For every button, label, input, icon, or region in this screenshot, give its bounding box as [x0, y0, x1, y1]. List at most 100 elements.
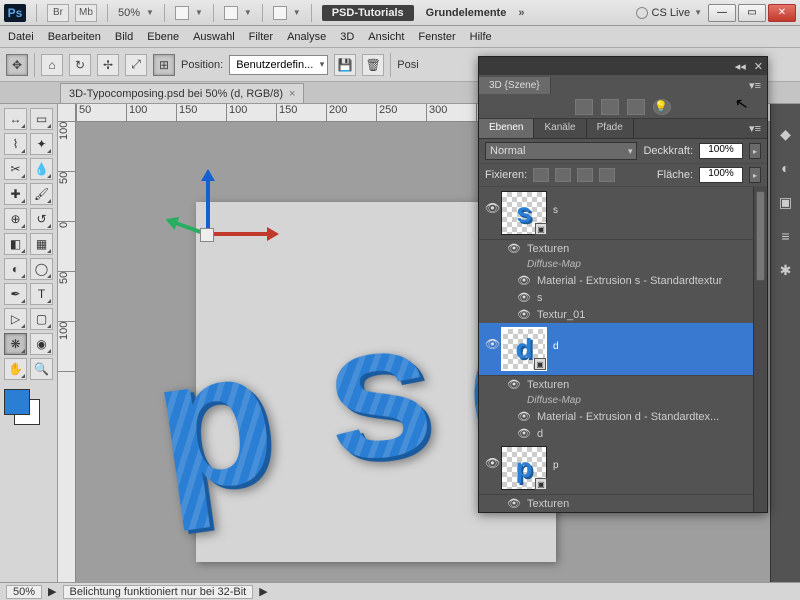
stamp-tool[interactable]: ⊕	[4, 208, 27, 230]
ruler-origin[interactable]	[58, 104, 76, 122]
menu-bearbeiten[interactable]: Bearbeiten	[48, 31, 101, 43]
menu-ansicht[interactable]: Ansicht	[368, 31, 404, 43]
foreground-swatch[interactable]	[4, 389, 30, 415]
layer-name[interactable]: s	[553, 191, 761, 216]
heal-tool[interactable]: ✚	[4, 183, 27, 205]
styles-panel-icon[interactable]: ▣	[776, 192, 796, 212]
layers-panel-icon[interactable]: ≡	[776, 226, 796, 246]
menu-bild[interactable]: Bild	[115, 31, 133, 43]
tab-3d-scene[interactable]: 3D {Szene}	[479, 77, 551, 94]
zoom-dropdown-icon[interactable]: ▼	[146, 8, 154, 17]
texture-item[interactable]: 👁Material - Extrusion s - Standardtextur	[479, 272, 767, 289]
collapse-icon[interactable]: ◂◂	[735, 60, 746, 73]
crop-tool[interactable]: ✂	[4, 158, 27, 180]
type-tool[interactable]: T	[30, 283, 53, 305]
gizmo-z-axis[interactable]	[206, 172, 210, 232]
layer-name[interactable]: d	[553, 327, 761, 352]
subtab-ebenen[interactable]: Ebenen	[479, 119, 534, 138]
document-tab-close-icon[interactable]: ×	[289, 88, 295, 100]
workspace-secondary[interactable]: Grundelemente	[420, 7, 513, 19]
texture-item[interactable]: 👁s	[479, 289, 767, 306]
wand-tool[interactable]: ✦	[30, 133, 53, 155]
document-tab[interactable]: 3D-Typocomposing.psd bei 50% (d, RGB/8) …	[60, 83, 304, 103]
position-combo[interactable]: Benutzerdefin...	[229, 55, 328, 75]
cslive-button[interactable]: CS Live▼	[636, 7, 702, 19]
move-tool[interactable]: ↔	[4, 108, 27, 130]
eyedropper-tool[interactable]: 💧	[30, 158, 53, 180]
panel-menu-icon[interactable]: ▾≡	[743, 79, 767, 92]
gizmo-origin-cube[interactable]	[200, 228, 214, 242]
scale-icon[interactable]: ⤢	[125, 54, 147, 76]
visibility-icon[interactable]: 👁	[485, 446, 501, 470]
blend-mode-combo[interactable]: Normal	[485, 142, 637, 160]
opacity-field[interactable]: 100%	[699, 143, 743, 159]
fill-flyout-icon[interactable]: ▸	[749, 167, 761, 183]
mesh-filter-icon[interactable]	[601, 99, 619, 115]
zoom-level[interactable]: 50%	[118, 7, 140, 19]
screenmode-button[interactable]	[273, 6, 287, 20]
shape-tool[interactable]: ▢	[30, 308, 53, 330]
arrange-documents-button[interactable]	[224, 6, 238, 20]
menu-analyse[interactable]: Analyse	[287, 31, 326, 43]
menu-auswahl[interactable]: Auswahl	[193, 31, 235, 43]
tool-preset-icon[interactable]: ✥	[6, 54, 28, 76]
status-zoom[interactable]: 50%	[6, 585, 42, 599]
brush-tool[interactable]: 🖌	[30, 183, 53, 205]
dodge-tool[interactable]: ◯	[30, 258, 53, 280]
gradient-tool[interactable]: ▦	[30, 233, 53, 255]
path-tool[interactable]: ▷	[4, 308, 27, 330]
layer-row-selected[interactable]: 👁 d▣ d	[479, 323, 767, 376]
fill-field[interactable]: 100%	[699, 167, 743, 183]
eraser-tool[interactable]: ◧	[4, 233, 27, 255]
maximize-button[interactable]: ▭	[738, 4, 766, 22]
view-extras-button[interactable]	[175, 6, 189, 20]
subtab-pfade[interactable]: Pfade	[587, 119, 634, 138]
texture-item[interactable]: 👁Material - Extrusion d - Standardtex...	[479, 408, 767, 425]
lock-position-icon[interactable]	[577, 168, 593, 182]
textures-group[interactable]: 👁Texturen	[479, 376, 767, 393]
subtab-kanaele[interactable]: Kanäle	[534, 119, 586, 138]
opacity-flyout-icon[interactable]: ▸	[749, 143, 761, 159]
home-icon[interactable]: ⌂	[41, 54, 63, 76]
minimize-button[interactable]: —	[708, 4, 736, 22]
menu-filter[interactable]: Filter	[249, 31, 273, 43]
lock-transparency-icon[interactable]	[533, 168, 549, 182]
layer-row[interactable]: 👁 s▣ s	[479, 187, 767, 240]
3d-gizmo[interactable]	[156, 172, 276, 292]
visibility-icon[interactable]: 👁	[485, 191, 501, 215]
scene-filter-icon[interactable]	[575, 99, 593, 115]
texture-item[interactable]: 👁d	[479, 425, 767, 442]
history-brush-tool[interactable]: ↺	[30, 208, 53, 230]
ruler-vertical[interactable]: 10050050100	[58, 122, 76, 582]
delete-icon[interactable]: 🗑	[362, 54, 384, 76]
light-filter-icon[interactable]: 💡	[653, 99, 671, 115]
menu-fenster[interactable]: Fenster	[418, 31, 455, 43]
lock-all-icon[interactable]	[599, 168, 615, 182]
gizmo-x-axis[interactable]	[206, 232, 276, 236]
material-filter-icon[interactable]	[627, 99, 645, 115]
3d-object-tool[interactable]: ❋	[4, 333, 27, 355]
move3d-icon[interactable]: ⊞	[153, 54, 175, 76]
workspace-pill[interactable]: PSD-Tutorials	[322, 5, 414, 21]
subtab-menu-icon[interactable]: ▾≡	[743, 119, 767, 138]
workspace-more-icon[interactable]: »	[518, 7, 524, 19]
rotate-icon[interactable]: ↻	[69, 54, 91, 76]
layer-thumbnail[interactable]: p▣	[501, 446, 547, 490]
pen-tool[interactable]: ✒	[4, 283, 27, 305]
textures-group[interactable]: 👁Texturen	[479, 240, 767, 257]
texture-item[interactable]: 👁Textur_01	[479, 306, 767, 323]
panel-scrollbar[interactable]	[753, 187, 767, 512]
marquee-tool[interactable]: ▭	[30, 108, 53, 130]
layer-name[interactable]: p	[553, 446, 761, 471]
swatches-panel-icon[interactable]: ◆	[776, 124, 796, 144]
lock-pixels-icon[interactable]	[555, 168, 571, 182]
scrollbar-thumb[interactable]	[756, 191, 765, 281]
visibility-icon[interactable]: 👁	[485, 327, 501, 351]
actions-panel-icon[interactable]: ✱	[776, 260, 796, 280]
menu-3d[interactable]: 3D	[340, 31, 354, 43]
zoom-tool[interactable]: 🔍	[30, 358, 53, 380]
menu-hilfe[interactable]: Hilfe	[470, 31, 492, 43]
pan-icon[interactable]: ✢	[97, 54, 119, 76]
minibridge-button[interactable]: Mb	[75, 4, 97, 22]
layer-thumbnail[interactable]: s▣	[501, 191, 547, 235]
